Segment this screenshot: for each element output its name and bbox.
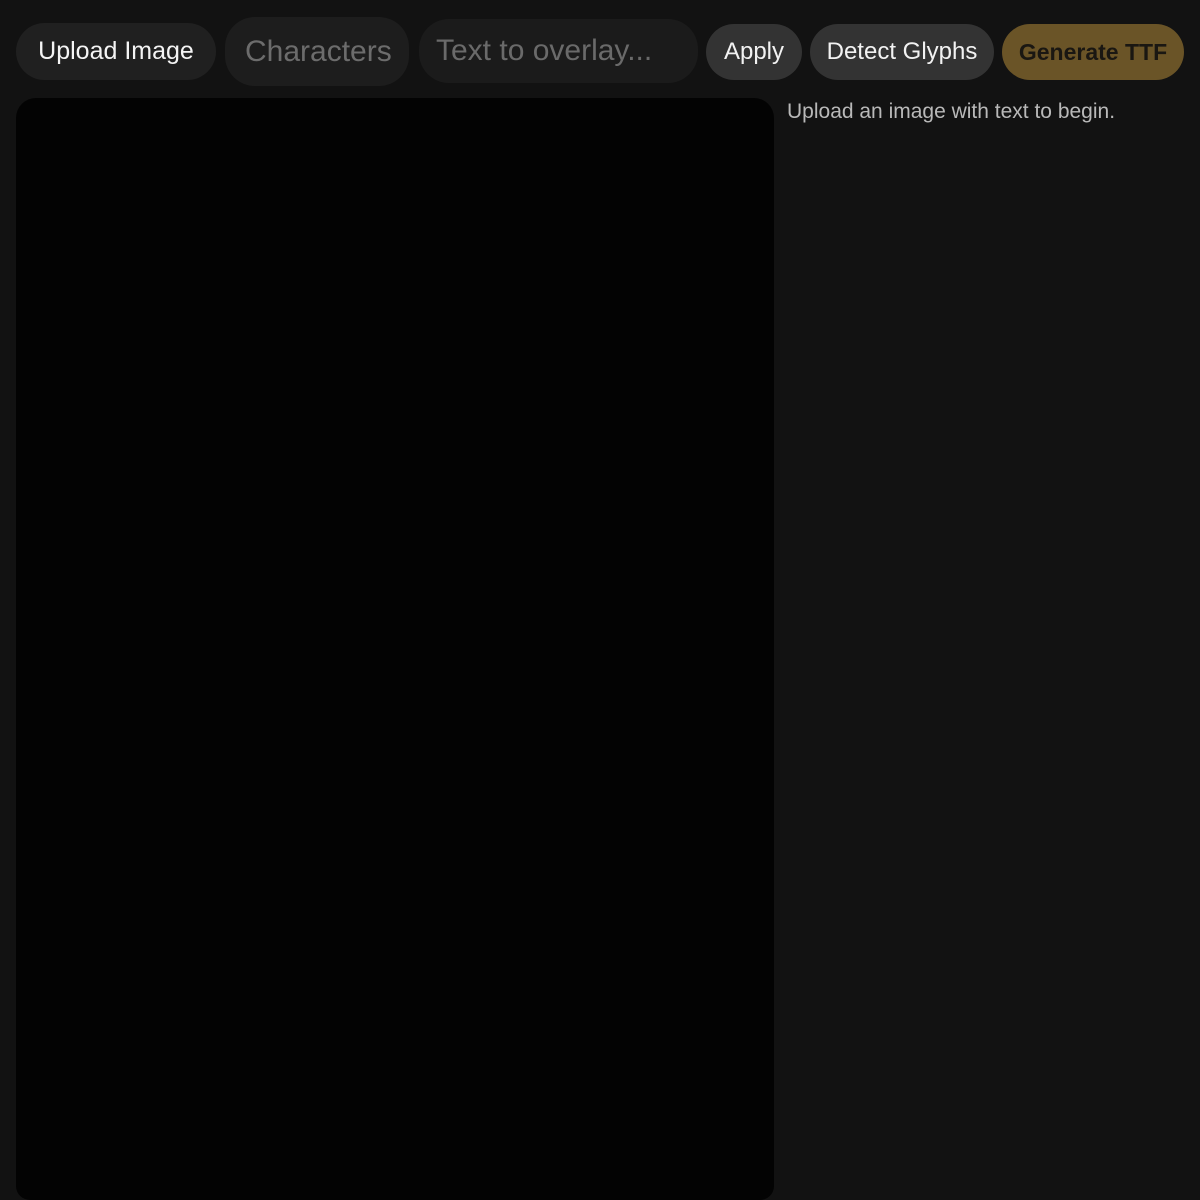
upload-image-button[interactable]: Upload Image xyxy=(16,23,216,80)
apply-button[interactable]: Apply xyxy=(706,24,802,80)
characters-input[interactable]: Characters xyxy=(225,17,409,86)
generate-ttf-button[interactable]: Generate TTF xyxy=(1002,24,1184,80)
detect-glyphs-label: Detect Glyphs xyxy=(826,38,978,65)
generate-ttf-label: Generate TTF xyxy=(1018,38,1168,65)
characters-placeholder: Characters xyxy=(245,34,391,68)
overlay-text-input[interactable]: Text to overlay... xyxy=(419,19,698,83)
image-canvas[interactable] xyxy=(16,98,774,1200)
font-generator-app: Upload Image Characters Text to overlay.… xyxy=(0,0,1200,1200)
status-message: Upload an image with text to begin. xyxy=(787,100,1116,123)
side-panel: Upload an image with text to begin. xyxy=(787,98,1187,1200)
detect-glyphs-button[interactable]: Detect Glyphs xyxy=(810,24,994,80)
apply-label: Apply xyxy=(723,38,785,65)
overlay-text-placeholder: Text to overlay... xyxy=(436,34,653,67)
toolbar: Upload Image Characters Text to overlay.… xyxy=(0,0,1200,98)
upload-image-label: Upload Image xyxy=(38,37,194,65)
